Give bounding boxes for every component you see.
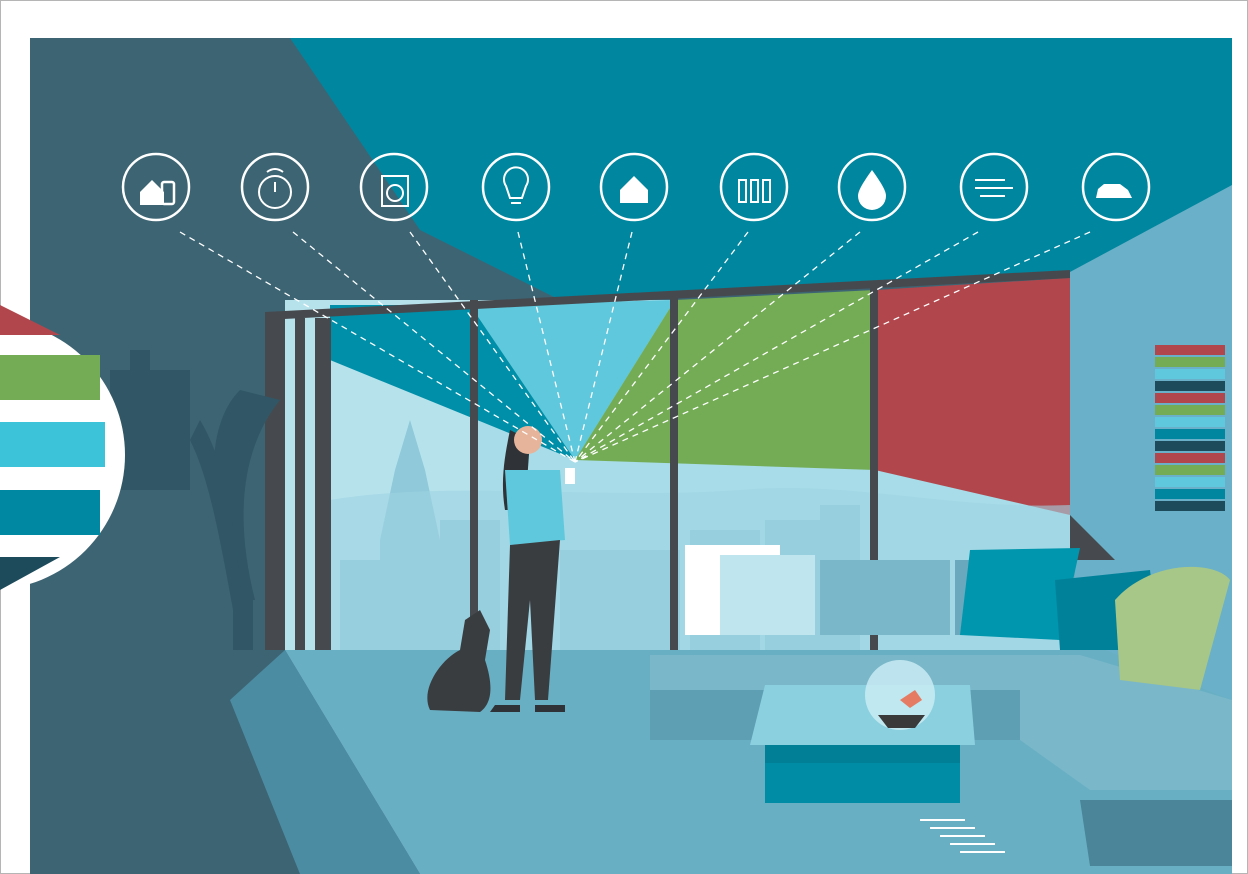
room-scene: [30, 38, 1232, 874]
smart-home-illustration: [0, 0, 1248, 874]
scene-svg: [0, 0, 1248, 874]
